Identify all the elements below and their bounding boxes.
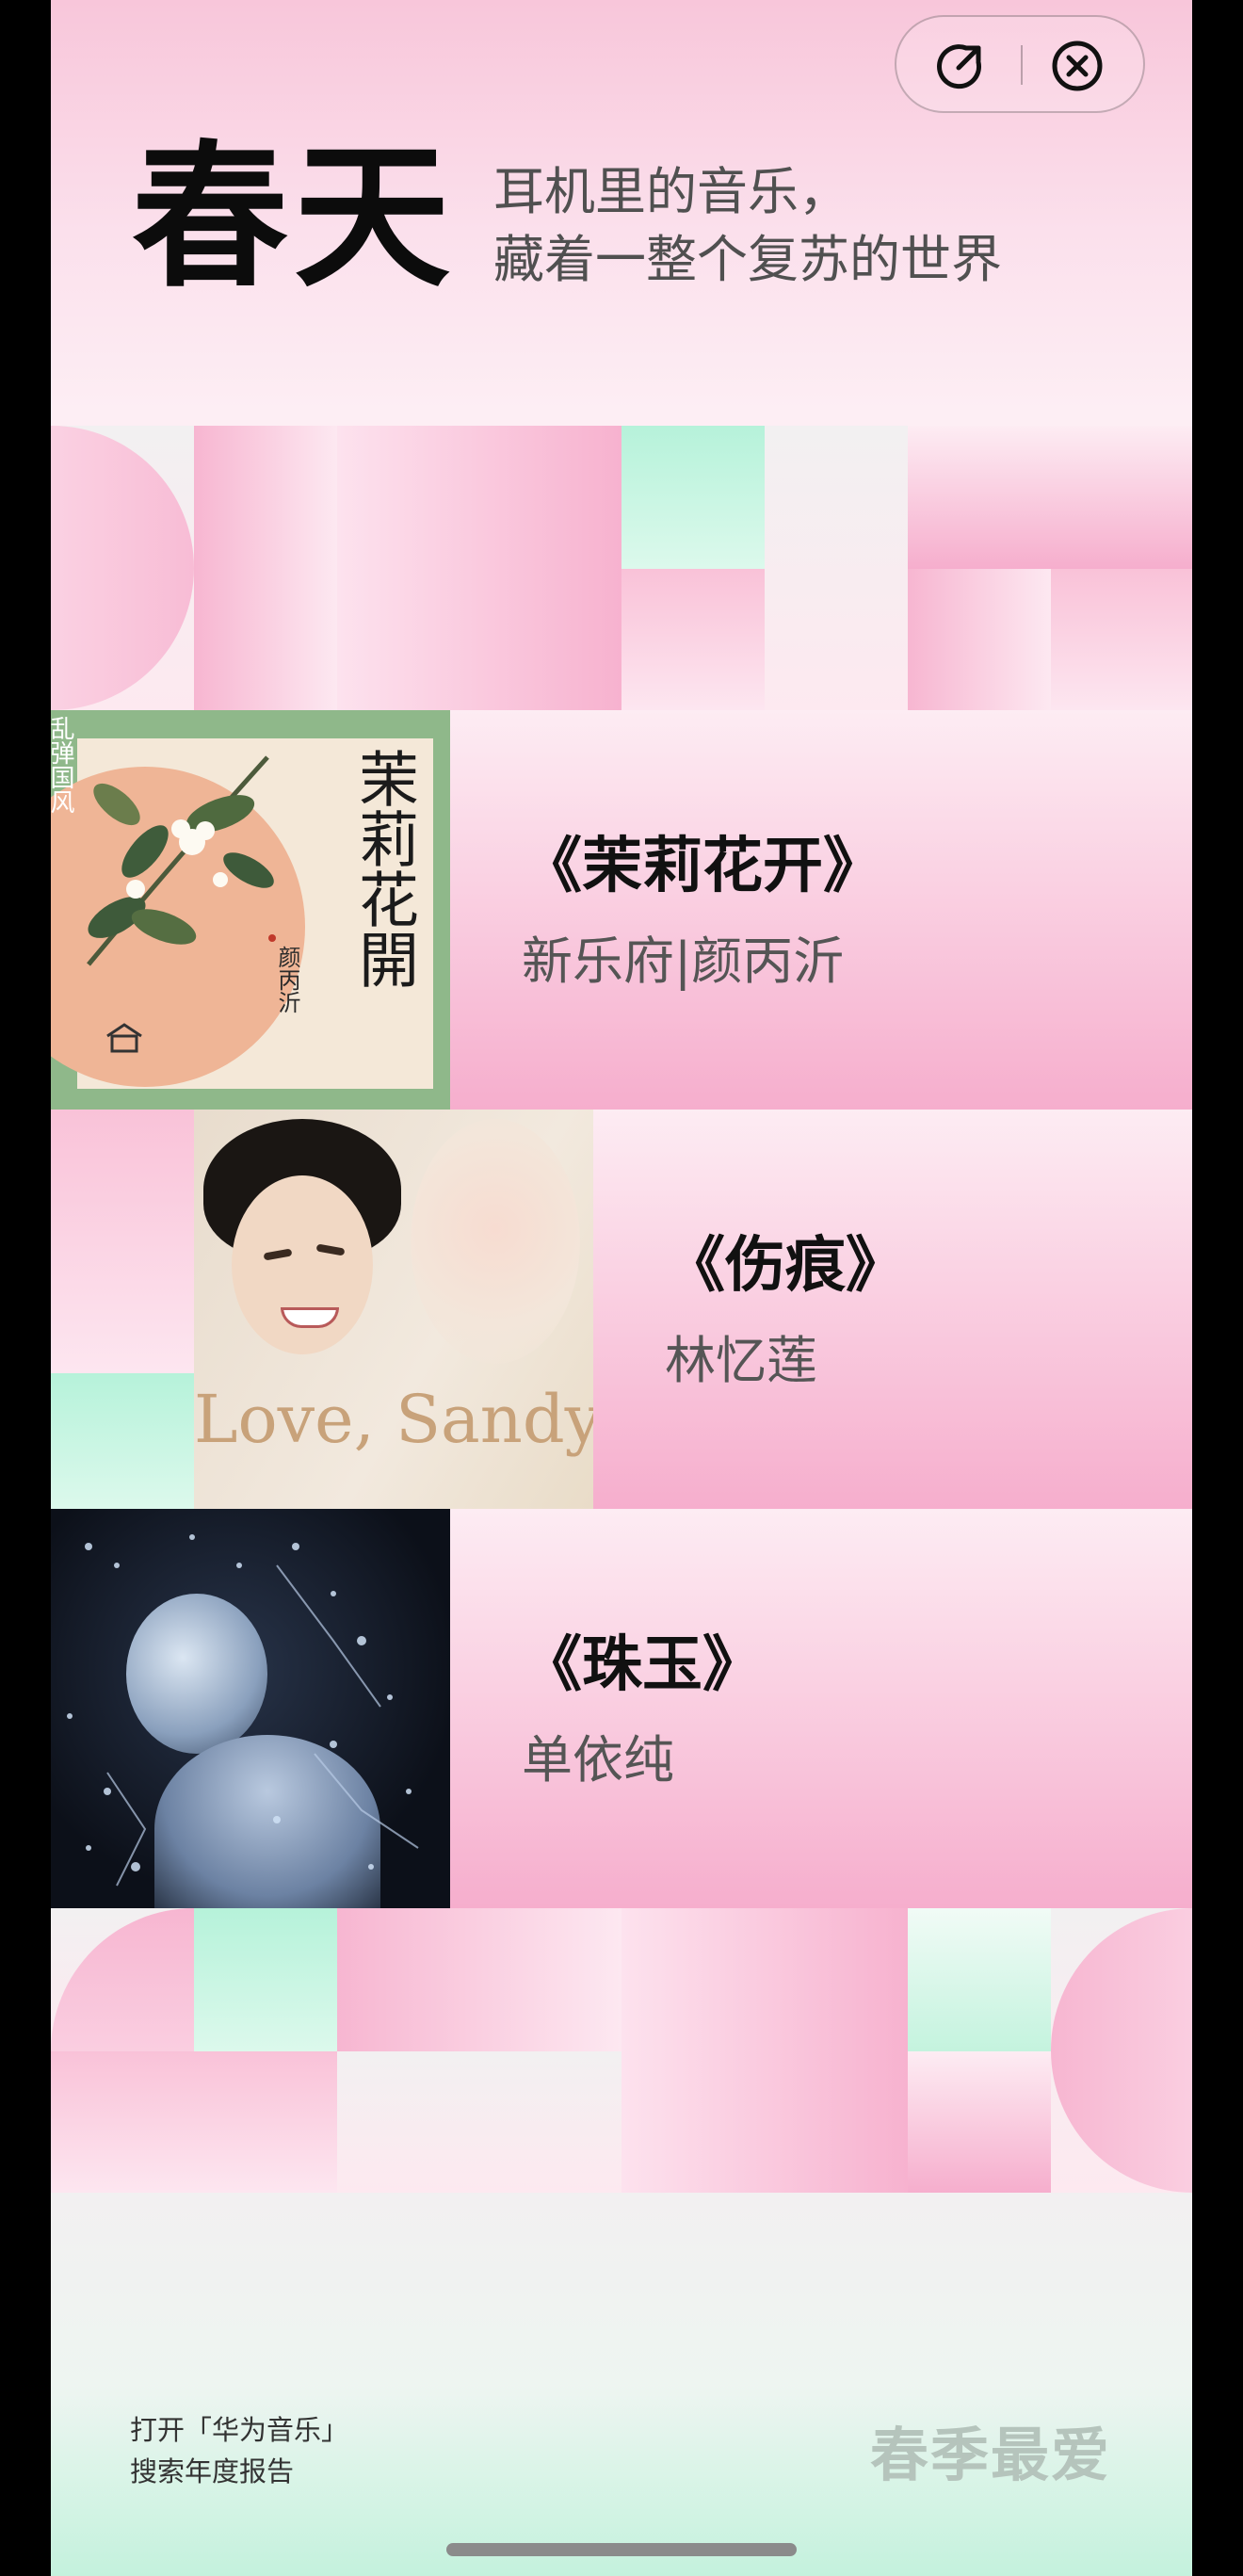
song-row[interactable]: Love, Sandy 《伤痕》 林忆莲	[51, 1110, 1192, 1509]
deco-tile	[337, 426, 622, 710]
capsule-divider	[1021, 45, 1023, 85]
deco-tile	[908, 2051, 1051, 2193]
deco-tile	[622, 569, 765, 710]
deco-tile	[908, 569, 1051, 710]
cover-calligraphy: 茉莉花開	[348, 748, 418, 989]
album-cover-jasmine[interactable]: 乱弹国风 茉莉花開 颜丙沂	[51, 710, 450, 1110]
deco-tile	[908, 1908, 1051, 2051]
report-page: 春天 耳机里的音乐， 藏着一整个复苏的世界 乱弹国风 茉莉花開 颜丙沂 《茉莉花…	[51, 0, 1192, 2576]
deco-tile	[1051, 1908, 1192, 2193]
deco-tile	[765, 426, 908, 710]
song-title: 《茉莉花开》	[522, 832, 883, 901]
row-background	[450, 710, 1192, 1110]
row-background	[51, 1373, 194, 1509]
cover-signature: 颜丙沂	[274, 946, 300, 1013]
page-subtitle: 耳机里的音乐， 藏着一整个复苏的世界	[493, 158, 1002, 294]
row-background	[450, 1509, 1192, 1908]
top-action-capsule	[895, 15, 1145, 113]
song-artist: 新乐府|颜丙沂	[522, 932, 845, 991]
deco-circle	[51, 426, 194, 710]
deco-tile	[194, 1908, 337, 2051]
deco-tile	[337, 1908, 622, 2051]
song-row[interactable]: 《珠玉》 单依纯	[51, 1509, 1192, 1908]
deco-circle	[1051, 1908, 1192, 2193]
song-title: 《珠玉》	[522, 1630, 763, 1700]
row-background	[51, 1110, 194, 1373]
cover-faded-face	[411, 1119, 580, 1364]
deco-tile	[51, 426, 194, 710]
song-artist: 单依纯	[522, 1730, 674, 1790]
deco-tile	[622, 1908, 908, 2193]
footer-hint-line-1: 打开「华为音乐」	[130, 2414, 349, 2446]
close-icon[interactable]	[1051, 40, 1104, 92]
subtitle-line-1: 耳机里的音乐，	[493, 162, 849, 221]
cover-logo-icon	[106, 1023, 142, 1053]
subtitle-line-2: 藏着一整个复苏的世界	[493, 230, 1002, 289]
deco-tile	[51, 2051, 337, 2193]
song-row[interactable]: 乱弹国风 茉莉花開 颜丙沂 《茉莉花开》 新乐府|颜丙沂	[51, 710, 1192, 1110]
home-indicator[interactable]	[446, 2543, 797, 2556]
song-artist: 林忆莲	[665, 1331, 817, 1390]
row-background	[593, 1110, 1192, 1509]
deco-circle	[51, 1908, 194, 2051]
deco-tile	[908, 426, 1192, 569]
song-title: 《伤痕》	[665, 1231, 906, 1301]
album-cover-zhuyu[interactable]	[51, 1509, 450, 1908]
deco-tile	[622, 426, 765, 569]
album-cover-love-sandy[interactable]: Love, Sandy	[194, 1110, 593, 1509]
cover-crystal-pattern	[67, 1534, 419, 1887]
deco-tile	[51, 1908, 194, 2051]
share-icon[interactable]	[934, 40, 987, 92]
deco-tile	[1051, 569, 1192, 710]
footer-hint: 打开「华为音乐」 搜索年度报告	[130, 2409, 348, 2492]
footer-hint-line-2: 搜索年度报告	[130, 2455, 295, 2487]
page-title: 春天	[132, 127, 456, 309]
deco-tile	[194, 426, 337, 710]
cover-side-text: 乱弹国风	[51, 716, 74, 814]
footer-brand: 春季最爱	[869, 2421, 1111, 2489]
deco-tile	[337, 2051, 622, 2193]
bottom-fade-area	[51, 2193, 1192, 2576]
cover-seal-dot	[268, 934, 276, 942]
cover-text: Love, Sandy	[194, 1381, 593, 1458]
